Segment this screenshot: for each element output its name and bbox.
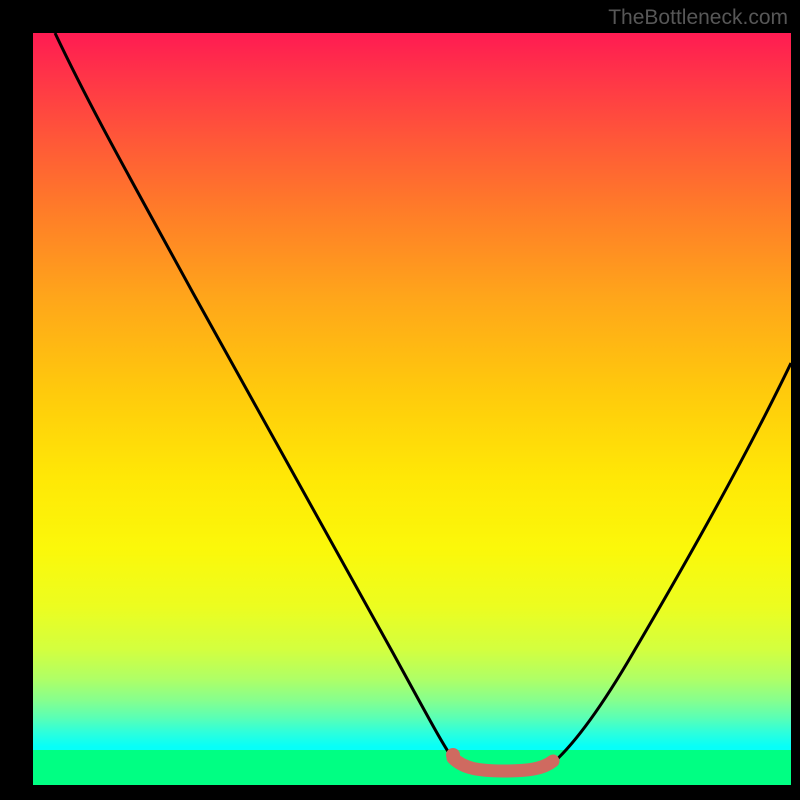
- watermark-text: TheBottleneck.com: [608, 6, 788, 30]
- optimal-zone-highlight: [453, 758, 553, 771]
- bottleneck-curve-right: [553, 363, 791, 763]
- chart-svg: [33, 33, 791, 785]
- bottleneck-curve-left: [55, 33, 453, 759]
- chart-plot-area: [33, 33, 791, 785]
- optimal-start-marker: [446, 748, 460, 762]
